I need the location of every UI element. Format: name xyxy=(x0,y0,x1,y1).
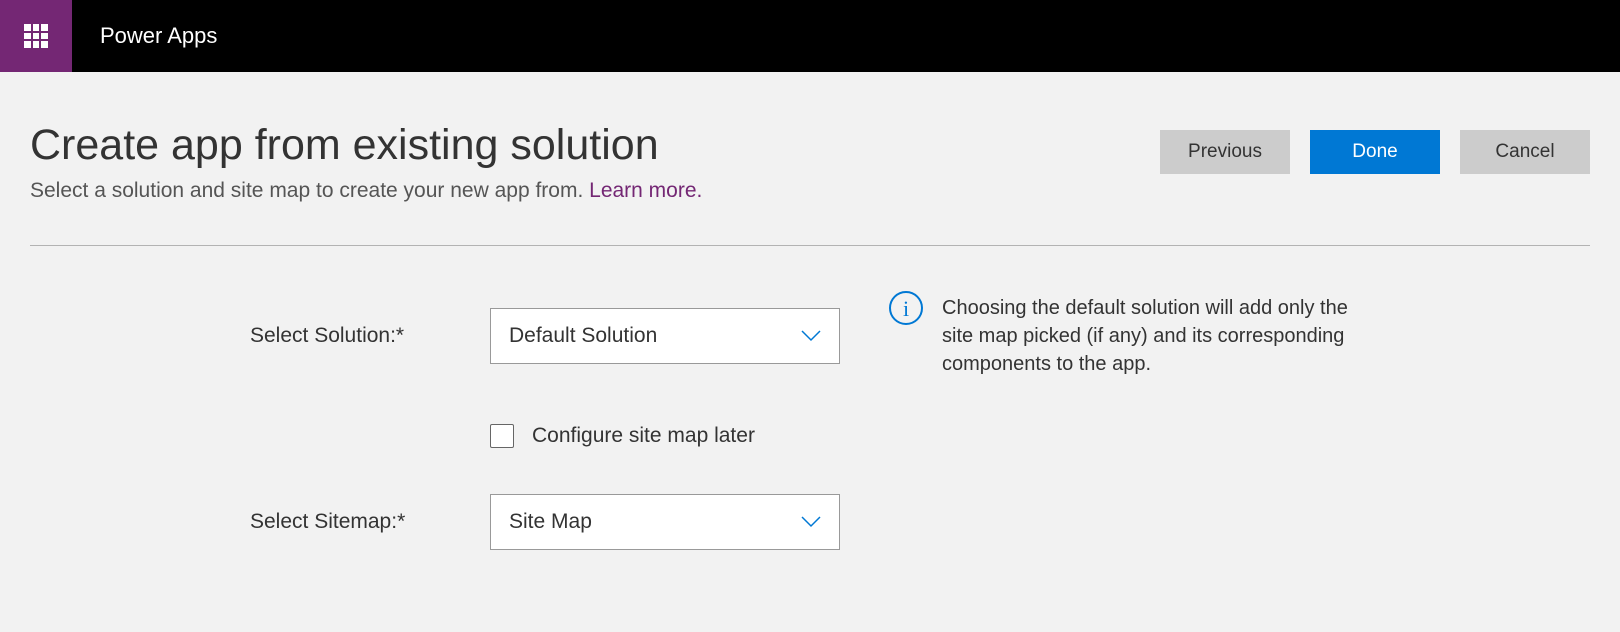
configure-later-checkbox[interactable] xyxy=(490,424,514,448)
subtitle-text: Select a solution and site map to create… xyxy=(30,179,589,202)
info-icon: i xyxy=(888,290,924,326)
content-area: Create app from existing solution Select… xyxy=(0,72,1620,550)
solution-label: Select Solution:* xyxy=(250,324,490,348)
page-subtitle: Select a solution and site map to create… xyxy=(30,179,702,203)
button-row: Previous Done Cancel xyxy=(1160,130,1590,174)
chevron-down-icon xyxy=(801,330,821,342)
page-title: Create app from existing solution xyxy=(30,122,702,169)
title-block: Create app from existing solution Select… xyxy=(30,122,702,203)
svg-text:i: i xyxy=(903,296,909,321)
solution-row: Select Solution:* Default Solution i Cho… xyxy=(250,294,1590,378)
sitemap-row: Select Sitemap:* Site Map xyxy=(250,494,1590,550)
header-row: Create app from existing solution Select… xyxy=(30,122,1590,203)
cancel-button[interactable]: Cancel xyxy=(1460,130,1590,174)
info-text: Choosing the default solution will add o… xyxy=(942,294,1348,378)
solution-select-value: Default Solution xyxy=(509,324,657,348)
form-area: Select Solution:* Default Solution i Cho… xyxy=(30,294,1590,550)
waffle-icon xyxy=(24,24,48,48)
app-title: Power Apps xyxy=(100,23,217,49)
configure-later-label: Configure site map later xyxy=(532,424,755,448)
solution-select[interactable]: Default Solution xyxy=(490,308,840,364)
sitemap-select[interactable]: Site Map xyxy=(490,494,840,550)
divider xyxy=(30,245,1590,246)
configure-later-row: Configure site map later xyxy=(490,424,1590,448)
chevron-down-icon xyxy=(801,516,821,528)
sitemap-label: Select Sitemap:* xyxy=(250,510,490,534)
previous-button[interactable]: Previous xyxy=(1160,130,1290,174)
top-bar: Power Apps xyxy=(0,0,1620,72)
done-button[interactable]: Done xyxy=(1310,130,1440,174)
info-block: i Choosing the default solution will add… xyxy=(888,294,1348,378)
sitemap-select-value: Site Map xyxy=(509,510,592,534)
app-launcher-button[interactable] xyxy=(0,0,72,72)
learn-more-link[interactable]: Learn more. xyxy=(589,179,702,202)
